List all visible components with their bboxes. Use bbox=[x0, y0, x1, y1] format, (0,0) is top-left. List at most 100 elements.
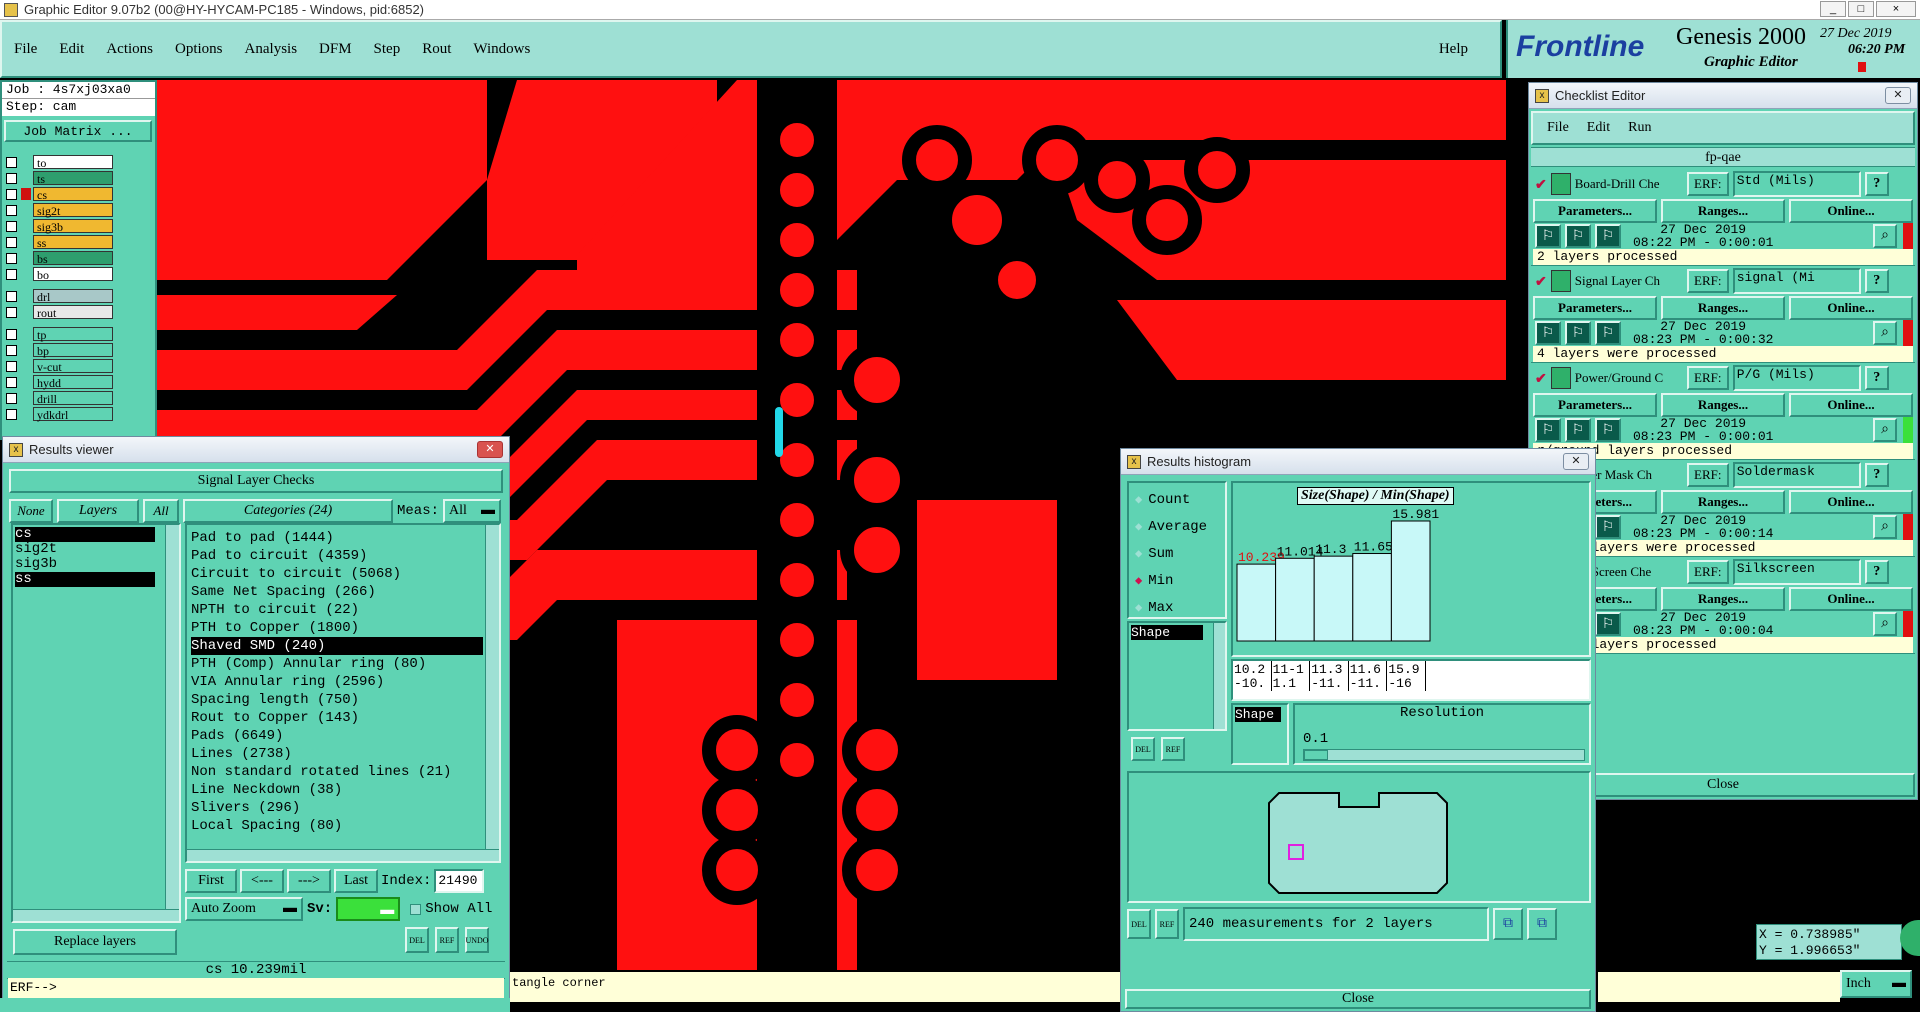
shape-list-item[interactable]: Shape bbox=[1131, 625, 1203, 640]
layer-checkbox[interactable] bbox=[6, 290, 17, 302]
units-dropdown[interactable]: Inch ▬ bbox=[1840, 970, 1912, 998]
histogram-bar[interactable] bbox=[1352, 553, 1392, 642]
report-icon[interactable]: ⧉ bbox=[1527, 908, 1557, 940]
check-help-icon[interactable]: ? bbox=[1864, 366, 1889, 390]
shape-list-scrollbar[interactable] bbox=[1213, 623, 1225, 729]
run-all-icon[interactable]: ⚐ bbox=[1565, 224, 1591, 248]
layer-name[interactable]: hydd bbox=[33, 375, 113, 390]
mode-option-count[interactable]: ◆ Count bbox=[1135, 487, 1225, 514]
online-button[interactable]: Online... bbox=[1789, 490, 1913, 514]
mode-option-max[interactable]: ◆ Max bbox=[1135, 595, 1225, 622]
layer-name[interactable]: to bbox=[33, 155, 113, 170]
parameters-button[interactable]: Parameters... bbox=[1533, 393, 1657, 417]
layer-checkbox[interactable] bbox=[6, 360, 17, 372]
check-name[interactable]: Power/Ground C bbox=[1575, 370, 1683, 386]
layer-name[interactable]: ss bbox=[33, 235, 113, 250]
next-button[interactable]: ---> bbox=[287, 869, 331, 893]
radio-icon[interactable]: ◆ bbox=[1135, 514, 1142, 541]
layer-row-drl[interactable]: drl bbox=[2, 288, 155, 304]
layer-checkbox[interactable] bbox=[6, 252, 17, 264]
check-enable-checkbox[interactable]: ✔ bbox=[1535, 273, 1547, 290]
layer-row-ydkdrl[interactable]: ydkdrl bbox=[2, 406, 155, 422]
category-item[interactable]: Local Spacing (80) bbox=[191, 817, 495, 835]
none-button[interactable]: None bbox=[9, 499, 53, 523]
radio-icon[interactable]: ◆ bbox=[1135, 568, 1142, 595]
layer-name[interactable]: bs bbox=[33, 251, 113, 266]
parameters-button[interactable]: Parameters... bbox=[1533, 296, 1657, 320]
stop-icon[interactable]: ⚐ bbox=[1595, 612, 1621, 636]
layer-checkbox[interactable] bbox=[6, 156, 17, 168]
maximize-button[interactable]: □ bbox=[1848, 1, 1874, 17]
menu-step[interactable]: Step bbox=[374, 41, 401, 58]
stop-icon[interactable]: ⚐ bbox=[1595, 515, 1621, 539]
layer-checkbox[interactable] bbox=[6, 328, 17, 340]
online-button[interactable]: Online... bbox=[1789, 199, 1913, 223]
category-item[interactable]: Slivers (296) bbox=[191, 799, 495, 817]
last-button[interactable]: Last bbox=[334, 869, 378, 893]
erf-button[interactable]: ERF: bbox=[1686, 172, 1729, 196]
layer-row-ss[interactable]: ss bbox=[2, 234, 155, 250]
mode-option-sum[interactable]: ◆ Sum bbox=[1135, 541, 1225, 568]
result-layer-item[interactable]: ss bbox=[15, 572, 155, 587]
erf-button[interactable]: ERF: bbox=[1686, 269, 1729, 293]
layer-checkbox[interactable] bbox=[6, 188, 17, 200]
categories-list[interactable]: Pad to pad (1444) Pad to circuit (4359) Ci… bbox=[185, 523, 501, 863]
zoom-results-icon[interactable]: ⌕ bbox=[1873, 612, 1897, 636]
close-window-button[interactable]: × bbox=[1876, 1, 1916, 17]
job-matrix-button[interactable]: Job Matrix ... bbox=[4, 120, 152, 142]
layer-name[interactable]: rout bbox=[33, 305, 113, 320]
check-help-icon[interactable]: ? bbox=[1864, 269, 1889, 293]
first-button[interactable]: First bbox=[185, 869, 237, 893]
online-button[interactable]: Online... bbox=[1789, 587, 1913, 611]
zoom-results-icon[interactable]: ⌕ bbox=[1873, 224, 1897, 248]
result-layer-item[interactable]: sig2t bbox=[15, 542, 155, 557]
categories-scrollbar[interactable] bbox=[485, 525, 499, 861]
layer-name[interactable]: sig3b bbox=[33, 219, 113, 234]
mode-option-average[interactable]: ◆ Average bbox=[1135, 514, 1225, 541]
layer-checkbox[interactable] bbox=[6, 306, 17, 318]
layer-name[interactable]: sig2t bbox=[33, 203, 113, 218]
resolution-slider[interactable] bbox=[1303, 749, 1585, 761]
layer-name[interactable]: v-cut bbox=[33, 359, 113, 374]
layer-row-v-cut[interactable]: v-cut bbox=[2, 358, 155, 374]
erf-button[interactable]: ERF: bbox=[1686, 463, 1729, 487]
menu-options[interactable]: Options bbox=[175, 41, 223, 58]
ref-icon[interactable]: REF bbox=[435, 927, 459, 953]
zoom-results-icon[interactable]: ⌕ bbox=[1873, 418, 1897, 442]
category-item[interactable]: Circuit to circuit (5068) bbox=[191, 565, 495, 583]
check-name[interactable]: Signal Layer Ch bbox=[1575, 273, 1683, 289]
result-layer-item[interactable]: sig3b bbox=[15, 557, 155, 572]
menu-help[interactable]: Help bbox=[1439, 41, 1468, 58]
sv-color-dropdown[interactable]: ▬ bbox=[336, 897, 401, 921]
erf-prompt[interactable]: ERF--> bbox=[8, 978, 504, 998]
histogram-bar[interactable] bbox=[1390, 520, 1431, 642]
export-icon[interactable]: ⧉ bbox=[1493, 908, 1523, 940]
run-icon[interactable]: ⚐ bbox=[1535, 224, 1561, 248]
check-help-icon[interactable]: ? bbox=[1864, 560, 1889, 584]
layer-row-hydd[interactable]: hydd bbox=[2, 374, 155, 390]
layer-name[interactable]: drl bbox=[33, 289, 113, 304]
radio-icon[interactable]: ◆ bbox=[1135, 487, 1142, 514]
layer-checkbox[interactable] bbox=[6, 408, 17, 420]
mode-option-min[interactable]: ◆ Min bbox=[1135, 568, 1225, 595]
category-item[interactable]: PTH (Comp) Annular ring (80) bbox=[191, 655, 495, 673]
del-icon[interactable]: DEL bbox=[405, 927, 429, 953]
hist-ref-icon[interactable]: REF bbox=[1161, 737, 1185, 761]
menu-file[interactable]: File bbox=[14, 41, 37, 58]
menu-dfm[interactable]: DFM bbox=[319, 41, 352, 58]
categories-hscroll[interactable] bbox=[187, 849, 499, 861]
category-item[interactable]: Pad to pad (1444) bbox=[191, 529, 495, 547]
online-button[interactable]: Online... bbox=[1789, 296, 1913, 320]
check-enable-checkbox[interactable]: ✔ bbox=[1535, 176, 1547, 193]
layer-row-tp[interactable]: tp bbox=[2, 326, 155, 342]
category-item[interactable]: Line Neckdown (38) bbox=[191, 781, 495, 799]
ranges-button[interactable]: Ranges... bbox=[1661, 393, 1785, 417]
result-layer-item[interactable]: cs bbox=[15, 527, 155, 542]
erf-value[interactable]: P/G (Mils) bbox=[1732, 365, 1861, 391]
undo-icon[interactable]: UNDO bbox=[465, 927, 489, 953]
ranges-button[interactable]: Ranges... bbox=[1661, 490, 1785, 514]
layer-row-bo[interactable]: bo bbox=[2, 266, 155, 282]
online-button[interactable]: Online... bbox=[1789, 393, 1913, 417]
layer-checkbox[interactable] bbox=[6, 220, 17, 232]
layer-row-drill[interactable]: drill bbox=[2, 390, 155, 406]
